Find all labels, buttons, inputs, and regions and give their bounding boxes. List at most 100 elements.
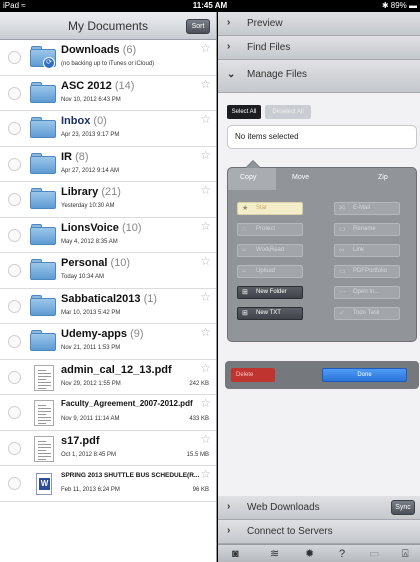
item-title: Downloads <box>61 44 120 56</box>
list-item[interactable]: IR (8) Apr 27, 2012 9:14 AM ☆ <box>0 147 216 182</box>
list-item[interactable]: Personal (10) Today 10:34 AM ☆ <box>0 253 216 289</box>
item-name: s17.pdf <box>61 435 100 447</box>
list-item[interactable]: Udemy-apps (9) Nov 21, 2011 1:53 PM ☆ <box>0 324 216 360</box>
star-icon[interactable]: ☆ <box>200 78 211 90</box>
list-item[interactable]: Inbox (0) Apr 23, 2013 9:17 PM ☆ <box>0 111 216 147</box>
star-icon[interactable]: ☆ <box>200 113 211 125</box>
star-icon[interactable]: ☆ <box>200 184 211 196</box>
sync-button[interactable]: Sync <box>391 500 415 515</box>
protect-button[interactable]: ⌂ Protect <box>237 223 303 236</box>
section-connect-servers[interactable]: › Connect to Servers <box>218 520 420 544</box>
list-item[interactable]: Faculty_Agreement_2007-2012.pdf Nov 9, 20… <box>0 395 216 431</box>
section-manage-files[interactable]: ⌄ Manage Files <box>218 60 420 93</box>
list-item[interactable]: Sabbatical2013 (1) Mar 10, 2013 5:42 PM ☆ <box>0 289 216 324</box>
select-radio[interactable] <box>8 406 21 419</box>
link-button[interactable]: ∞ Link <box>334 244 400 257</box>
star-icon[interactable]: ☆ <box>200 326 211 338</box>
gear-icon[interactable]: ✹ <box>305 548 314 560</box>
item-date: Nov 21, 2011 1:53 PM <box>61 345 121 351</box>
battery-icon: ▬ <box>409 1 417 10</box>
select-radio[interactable] <box>8 228 21 242</box>
select-radio[interactable] <box>8 477 21 490</box>
star-icon[interactable]: ☆ <box>200 42 211 54</box>
item-name: IR (8) <box>61 151 89 163</box>
sort-button[interactable]: Sort <box>186 19 210 34</box>
camera-icon[interactable]: ◙ <box>232 548 239 560</box>
item-title: ASC 2012 <box>61 79 112 92</box>
portfolio-icon: ▭ <box>339 268 346 275</box>
documents-header: My Documents Sort <box>0 12 216 40</box>
list-item[interactable]: admin_cal_12_13.pdf Nov 29, 2012 1:55 PM 2… <box>0 360 216 395</box>
section-preview[interactable]: › Preview <box>218 12 420 36</box>
list-item[interactable]: W SPRING 2013 SHUTTLE BUS SCHEDULE(R... Fe… <box>0 466 216 502</box>
file-list: ⟳ Downloads (6) (no backing up to iTunes o… <box>0 40 216 502</box>
new-folder-button[interactable]: ⊞ New Folder <box>237 286 303 299</box>
help-icon[interactable]: ? <box>339 548 345 560</box>
star-icon[interactable]: ☆ <box>200 291 211 303</box>
delete-button[interactable]: Delete <box>231 368 275 382</box>
select-radio[interactable] <box>8 122 21 135</box>
select-radio[interactable] <box>8 370 21 384</box>
button-label: New TXT <box>256 310 281 316</box>
select-radio[interactable] <box>8 193 21 206</box>
item-name: Library (21) <box>61 186 121 198</box>
screen-icon[interactable]: ▭ <box>369 548 379 560</box>
star-icon[interactable]: ☆ <box>200 397 211 409</box>
select-radio[interactable] <box>8 157 21 171</box>
status-bar: iPad ≈ 11:45 AM ✱ 89% ▬ <box>0 0 420 12</box>
select-radio[interactable] <box>8 264 21 277</box>
star-icon[interactable]: ☆ <box>200 468 211 480</box>
tab-zip[interactable]: Zip <box>378 174 388 181</box>
lock-icon: ⌂ <box>242 226 247 233</box>
select-radio[interactable] <box>8 51 21 64</box>
workread-button[interactable]: ≈ WorkRead <box>237 244 303 257</box>
button-label: WorkRead <box>256 247 285 253</box>
list-item[interactable]: s17.pdf Oct 1, 2012 8:45 PM 15.5 MB ☆ <box>0 431 216 466</box>
bluetooth-icon: ✱ <box>381 1 389 10</box>
select-radio[interactable] <box>8 441 21 455</box>
item-size: 96 KB <box>192 487 209 493</box>
item-date: Mar 10, 2013 5:42 PM <box>61 309 121 316</box>
todo-task-button[interactable]: ✓ Todo Task <box>334 307 400 320</box>
email-button[interactable]: ✉ E-Mail <box>334 202 400 215</box>
documents-pane: My Documents Sort ⟳ Downloads (6) (no back… <box>0 12 217 562</box>
deselect-all-button[interactable]: Deselect All <box>265 105 311 119</box>
open-in-button[interactable]: ⋯ Open In... <box>334 286 400 299</box>
select-radio[interactable] <box>8 86 21 100</box>
select-radio[interactable] <box>8 335 21 348</box>
selection-status: No items selected <box>227 125 417 149</box>
star-icon[interactable]: ☆ <box>200 149 211 161</box>
star-button[interactable]: ★ Star <box>237 202 303 215</box>
section-find-files[interactable]: › Find Files <box>218 36 420 60</box>
new-txt-button[interactable]: ⊞ New TXT <box>237 307 303 320</box>
select-all-button[interactable]: Select All <box>227 105 261 119</box>
page-title: My Documents <box>67 19 149 33</box>
rename-button[interactable]: ▭ Rename <box>334 223 400 236</box>
list-item[interactable]: LionsVoice (10) May 4, 2012 8:35 AM ☆ <box>0 218 216 253</box>
list-item[interactable]: ASC 2012 (14) Nov 10, 2012 6:43 PM ☆ <box>0 76 216 111</box>
item-count: (14) <box>114 79 135 92</box>
wifi-icon[interactable]: ≋ <box>270 548 279 560</box>
button-label: Upload <box>256 268 276 274</box>
item-name: admin_cal_12_13.pdf <box>61 364 172 376</box>
tab-copy[interactable]: Copy <box>240 174 256 181</box>
item-count: (21) <box>101 186 121 198</box>
tab-move[interactable]: Move <box>292 174 309 181</box>
pdf-portfolio-button[interactable]: ▭ PDFPortfolio <box>334 265 400 278</box>
item-title: Inbox <box>61 115 91 127</box>
section-web-downloads[interactable]: › Web Downloads Sync <box>218 496 420 520</box>
done-button[interactable]: Done <box>322 368 407 382</box>
star-icon[interactable]: ☆ <box>200 433 211 445</box>
lock-icon[interactable]: ⍓ <box>402 548 409 560</box>
file-actions-popover: Copy Move Zip ★ Star ✉ E-Mail ⌂ Protect ▭ Re… <box>227 160 417 342</box>
star-icon[interactable]: ☆ <box>200 255 211 267</box>
star-icon[interactable]: ☆ <box>200 220 211 232</box>
star-icon[interactable]: ☆ <box>200 362 211 374</box>
select-radio[interactable] <box>8 299 21 313</box>
folder-icon <box>30 116 56 140</box>
item-count: (0) <box>93 115 107 127</box>
list-item[interactable]: Library (21) Yesterday 10:30 AM ☆ <box>0 182 216 218</box>
upload-button[interactable]: ≈ Upload <box>237 265 303 278</box>
item-name: Faculty_Agreement_2007-2012.pdf <box>61 399 193 408</box>
list-item[interactable]: ⟳ Downloads (6) (no backing up to iTunes o… <box>0 40 216 76</box>
